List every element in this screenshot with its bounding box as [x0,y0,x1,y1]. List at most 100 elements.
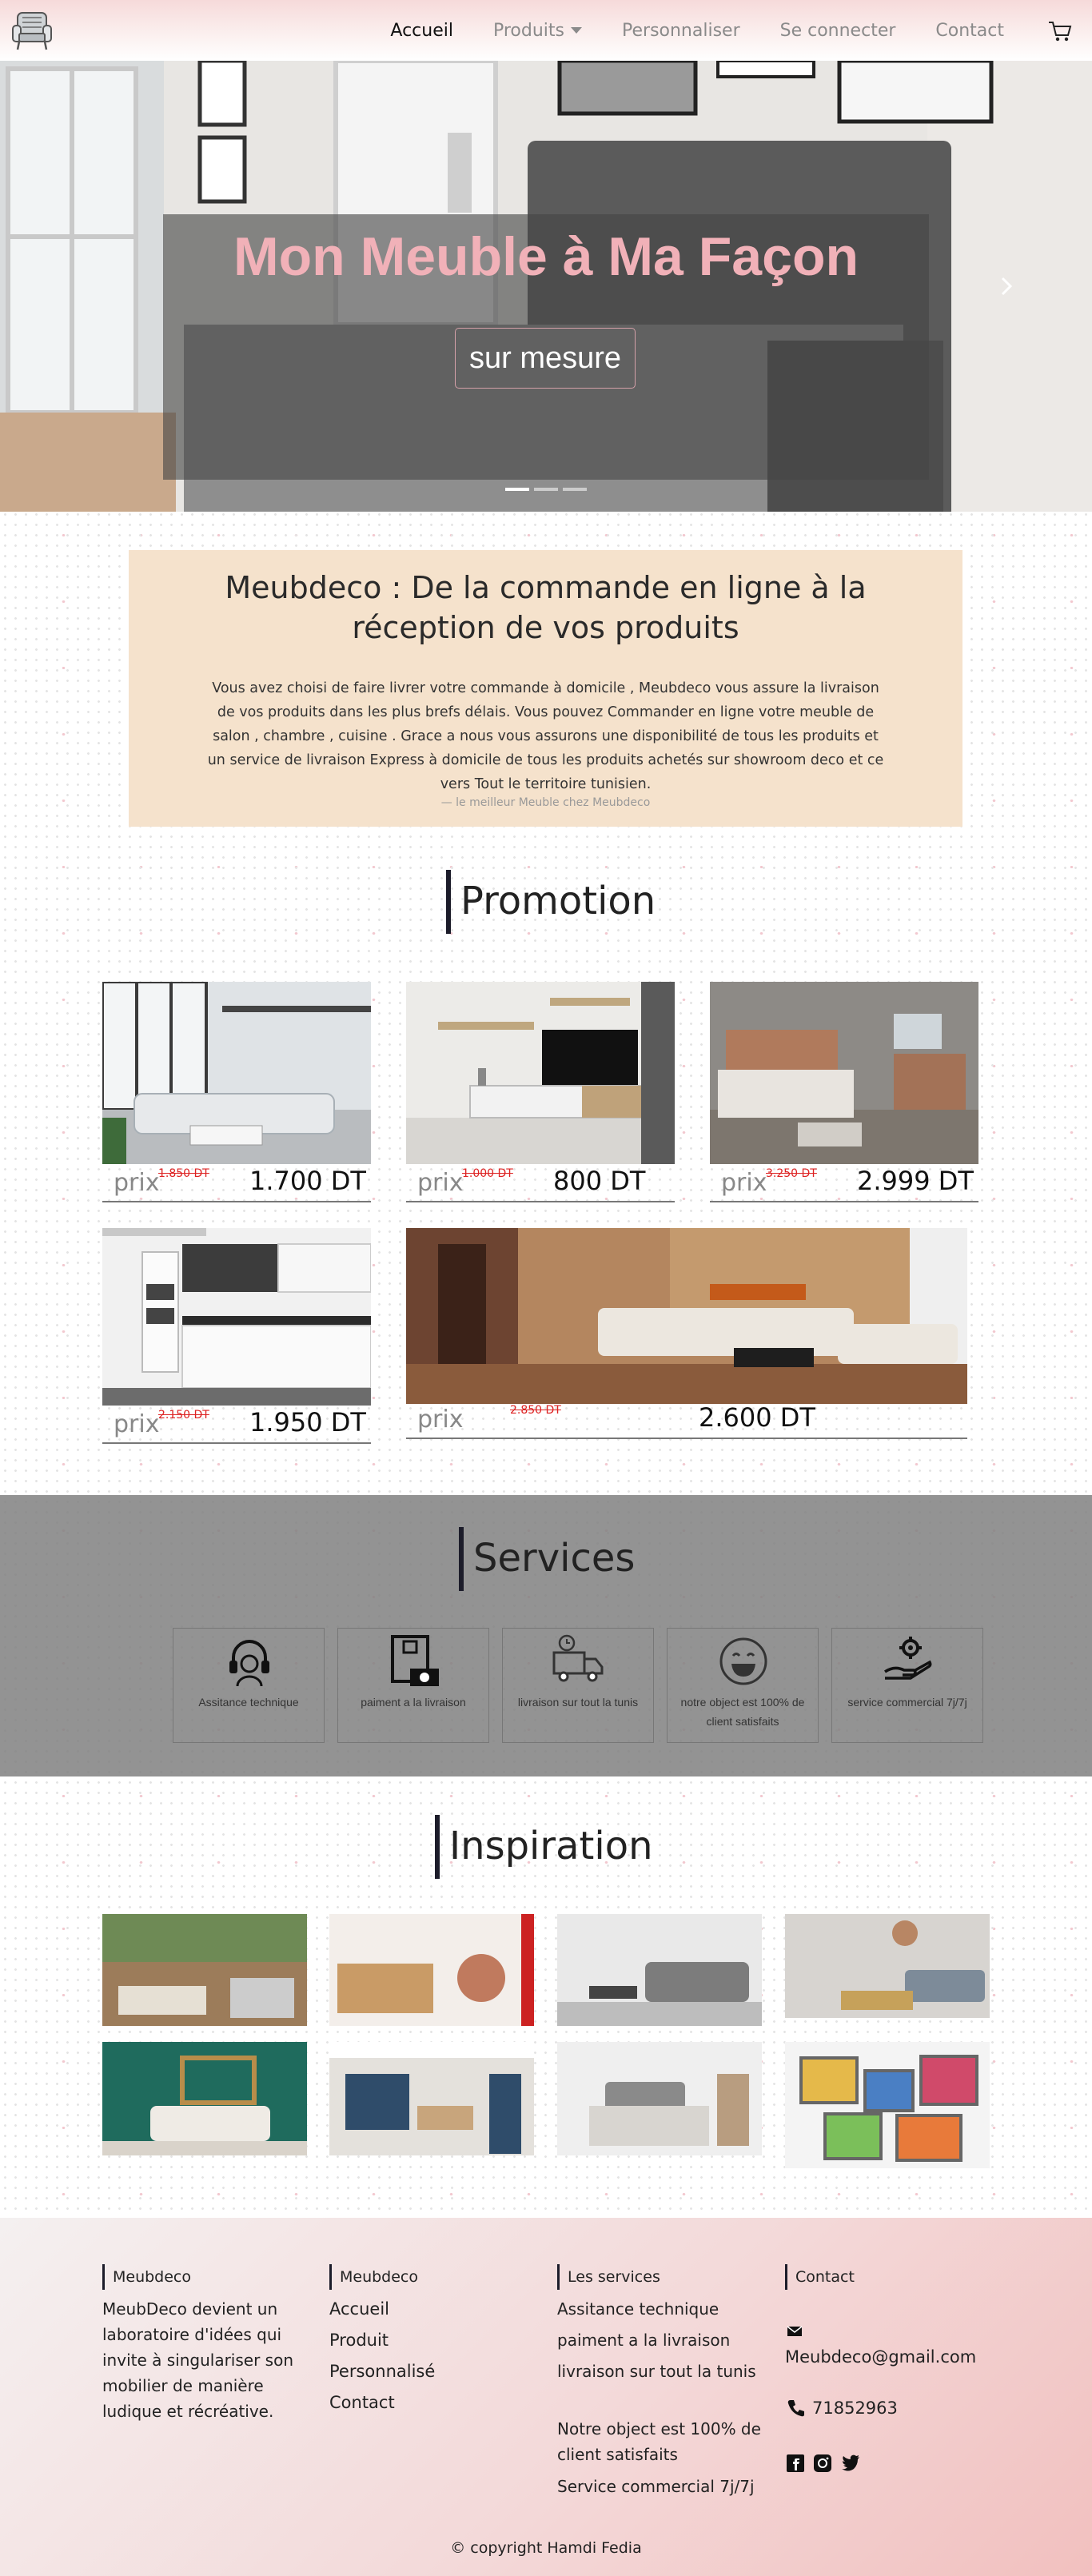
service-label: paiment a la livraison [361,1696,466,1709]
new-price: 2.600 DT [699,1402,815,1433]
twitter-icon[interactable] [841,2454,860,2472]
carousel-indicator-3[interactable] [563,488,587,491]
service-card-commercial[interactable]: service commercial 7j/7j [831,1628,983,1743]
inspiration-shelves-image[interactable] [785,2042,990,2168]
new-price: 1.700 DT [249,1166,366,1196]
nav-contact[interactable]: Contact [935,21,1004,41]
footer-col4-heading: Contact [785,2264,855,2290]
price-row: prix 1.000 DT 800 DT [406,1166,675,1202]
phone-icon [787,2400,804,2417]
inspiration-dining-image[interactable] [329,2042,534,2155]
footer-about-text: MeubDeco devient un laboratoire d'idées … [102,2299,293,2421]
inspiration-title: Inspiration [435,1815,652,1879]
envelope-icon [787,2326,803,2336]
service-card-assistance[interactable]: Assitance technique [173,1628,325,1743]
footer-service-item: livraison sur tout la tunis [557,2362,756,2381]
nav-se-connecter[interactable]: Se connecter [780,21,896,41]
armchair-logo-icon[interactable] [11,8,53,51]
smiley-icon [719,1637,767,1685]
lounge-sofa-image [406,1228,967,1404]
bedroom-set-image [710,982,978,1164]
footer-link-personnalise[interactable]: Personnalisé [329,2359,435,2384]
old-price: 1.000 DT [462,1167,513,1180]
service-card-paiement[interactable]: paiment a la livraison [337,1628,489,1743]
inspiration-sideboard-image[interactable] [329,1914,534,2026]
services-title: Services [459,1527,635,1591]
inspiration-terrace-image[interactable] [102,1914,307,2026]
footer-phone[interactable]: 71852963 [812,2395,898,2421]
product-card[interactable]: prix 2.850 DT 2.600 DT [406,1228,967,1441]
prix-label: prix [114,1169,160,1197]
footer-link-accueil[interactable]: Accueil [329,2296,389,2322]
new-price: 1.950 DT [249,1407,366,1438]
instagram-icon[interactable] [814,2454,831,2472]
new-price: 800 DT [553,1166,646,1196]
cart-icon[interactable] [1047,19,1073,43]
product-card[interactable]: prix 1.850 DT 1.700 DT [102,982,371,1202]
service-label: service commercial 7j/7j [847,1696,967,1709]
prix-label: prix [417,1169,464,1197]
footer-service-item: Assitance technique [557,2299,719,2319]
living-room-image [102,982,371,1164]
inspiration-grey-sofa-image[interactable] [557,1914,762,2026]
price-row: prix 3.250 DT 2.999 DT [710,1166,978,1202]
footer-col1-heading: Meubdeco [102,2264,191,2290]
facebook-icon[interactable] [787,2454,804,2472]
service-card-satisfaction[interactable]: notre object est 100% de client satisfai… [667,1628,819,1743]
intro-title: Meubdeco : De la commande en ligne à la … [225,570,867,645]
footer-link-contact[interactable]: Contact [329,2390,395,2415]
hand-gear-icon [884,1637,932,1680]
hero-carousel: Mon Meuble à Ma Façon sur mesure [0,61,1092,512]
price-row: prix 2.850 DT 2.600 DT [406,1402,967,1439]
chevron-right-icon[interactable] [996,270,1018,302]
nav-accueil[interactable]: Accueil [390,21,453,41]
footer-service-item: Service commercial 7j/7j [557,2477,755,2496]
footer-link-produit[interactable]: Produit [329,2327,389,2353]
new-price: 2.999 DT [857,1166,974,1196]
footer: Meubdeco MeubDeco devient un laboratoire… [0,2218,1092,2576]
navbar: Accueil Produits Personnaliser Se connec… [0,0,1092,61]
promotion-title: Promotion [446,870,656,934]
product-card[interactable]: prix 1.000 DT 800 DT [406,982,675,1202]
footer-email[interactable]: Meubdeco@gmail.com [785,2344,976,2370]
inspiration-bedroom-image[interactable] [557,2042,762,2155]
product-card[interactable]: prix 2.150 DT 1.950 DT [102,1228,371,1446]
footer-col3-heading: Les services [557,2264,660,2290]
footer-service-item: paiment a la livraison [557,2331,731,2350]
hero-title: Mon Meuble à Ma Façon [233,226,859,287]
nav-produits-dropdown[interactable]: Produits [493,21,582,41]
prix-label: prix [114,1410,160,1438]
footer-service-item: Notre object est 100% de client satisfai… [557,2419,761,2464]
old-price: 3.250 DT [766,1167,817,1180]
cash-payment-icon [391,1635,439,1686]
intro-text: Vous avez choisi de faire livrer votre c… [207,680,884,792]
sur-mesure-button[interactable]: sur mesure [455,328,636,389]
copyright: © copyright Hamdi Fedia [450,2539,642,2557]
service-card-livraison[interactable]: livraison sur tout la tunis [502,1628,654,1743]
headset-icon [229,1640,269,1687]
tv-unit-image [406,982,675,1164]
inspiration-living-mirror-image[interactable] [785,1914,990,2018]
prix-label: prix [417,1406,464,1434]
price-row: prix 1.850 DT 1.700 DT [102,1166,371,1202]
delivery-truck-icon [552,1634,604,1682]
caret-down-icon [571,27,582,34]
carousel-indicator-2[interactable] [534,488,558,491]
hero-caption: Mon Meuble à Ma Façon sur mesure [163,214,929,480]
intro-card: Meubdeco : De la commande en ligne à la … [129,550,962,827]
old-price: 2.850 DT [510,1404,561,1417]
nav-personnaliser[interactable]: Personnaliser [622,21,740,41]
intro-cite: — le meilleur Meuble chez Meubdeco [440,796,651,809]
kitchen-image [102,1228,371,1406]
service-label: Assitance technique [198,1696,299,1709]
price-row: prix 2.150 DT 1.950 DT [102,1407,371,1444]
old-price: 1.850 DT [158,1167,209,1180]
prix-label: prix [721,1169,767,1197]
service-label: notre object est 100% de client satisfai… [680,1696,805,1728]
footer-col2-heading: Meubdeco [329,2264,418,2290]
product-card[interactable]: prix 3.250 DT 2.999 DT [710,982,978,1202]
carousel-indicator-1[interactable] [505,488,529,491]
inspiration-green-wall-image[interactable] [102,2042,307,2155]
carousel-indicators [505,488,587,491]
old-price: 2.150 DT [158,1409,209,1422]
